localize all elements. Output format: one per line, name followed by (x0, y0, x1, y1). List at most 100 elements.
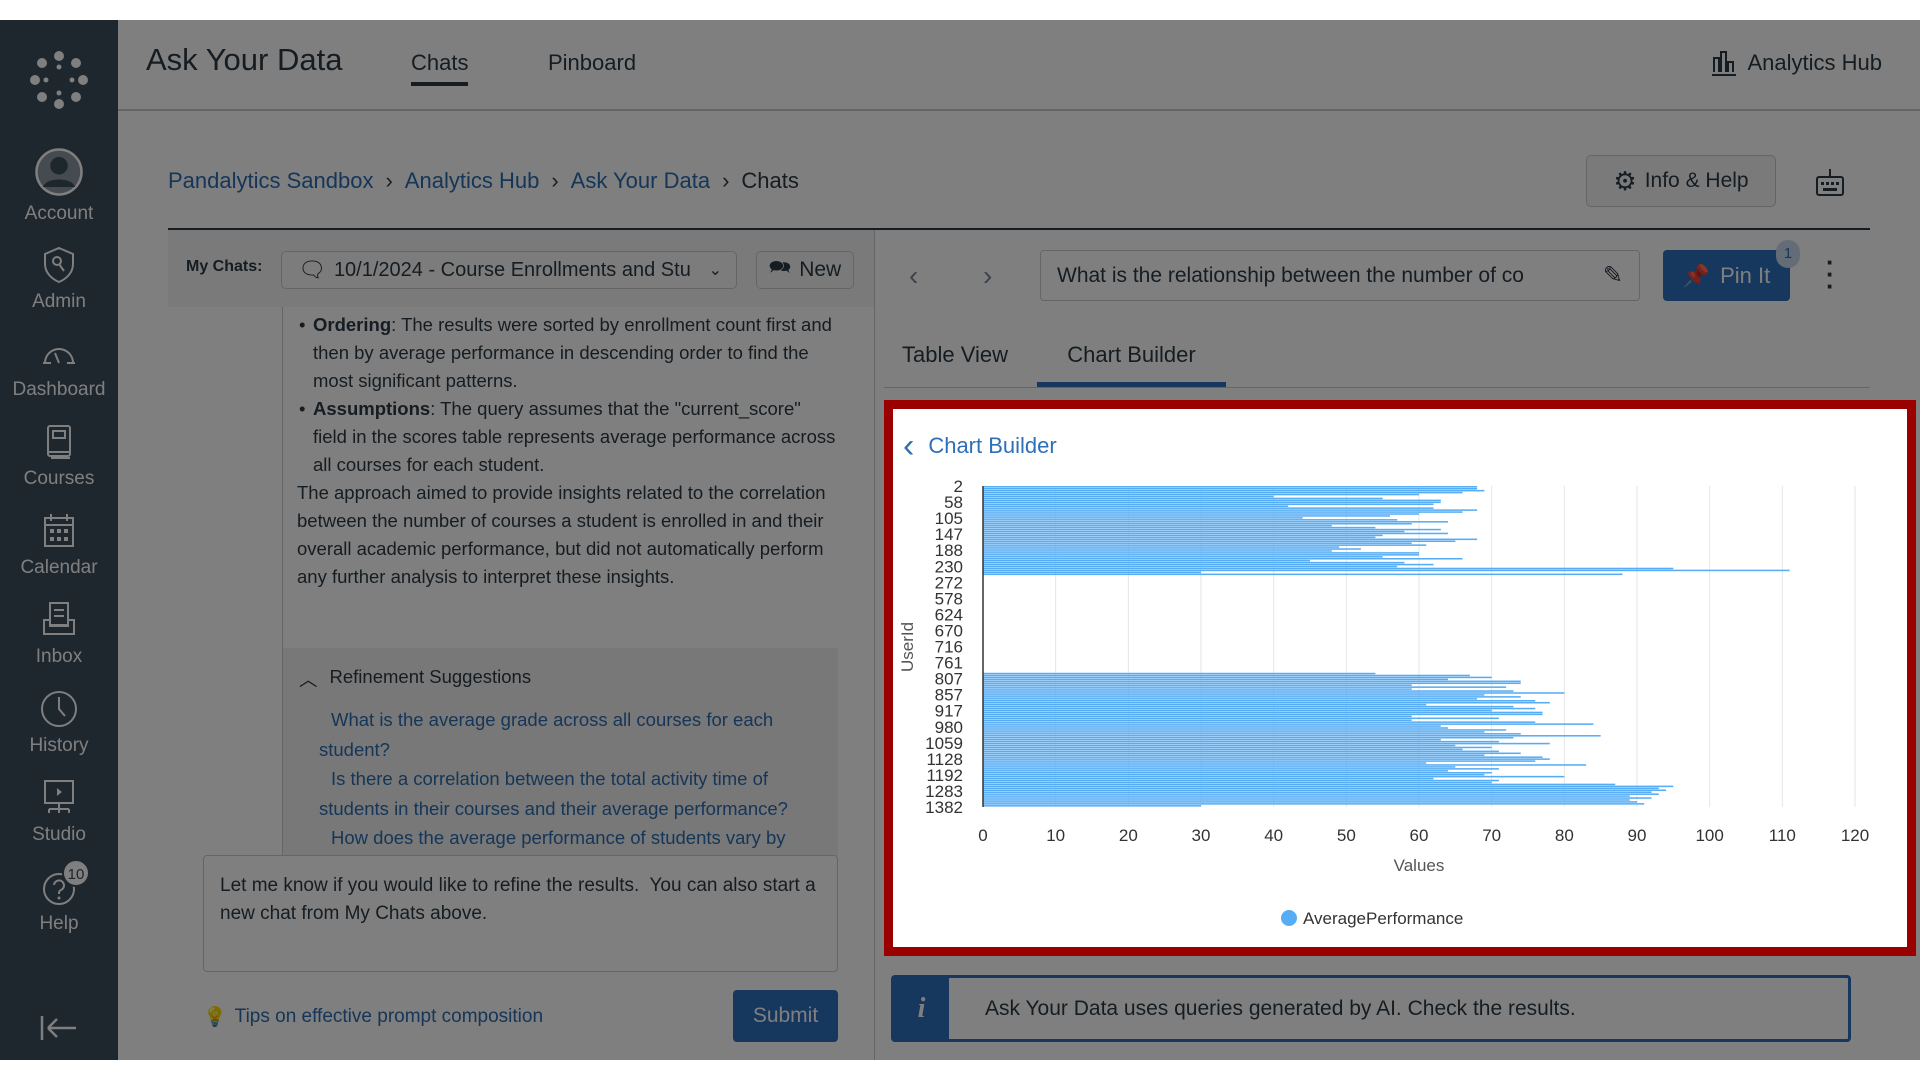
chat-select[interactable]: 🗨 10/1/2024 - Course Enrollments and Stu… (281, 251, 737, 289)
bar (983, 499, 1441, 502)
collapse-nav-icon[interactable] (40, 1015, 78, 1041)
bar (983, 491, 1463, 494)
legend-label: AveragePerformance (1303, 909, 1463, 928)
bar (983, 534, 1383, 537)
inbox-icon (43, 602, 75, 635)
tab-chats[interactable]: Chats (411, 50, 469, 86)
bar (983, 791, 1652, 793)
pencil-icon[interactable]: ✎ (1603, 261, 1623, 290)
history-icon (41, 691, 77, 727)
sidebar-item-inbox[interactable]: Inbox (0, 600, 118, 689)
new-chat-label: New (799, 258, 842, 281)
question-text: What is the relationship between the num… (1057, 263, 1524, 287)
y-axis-title: UserId (898, 622, 917, 672)
bar (983, 552, 1419, 554)
bar (983, 672, 1376, 675)
bar (983, 746, 1492, 749)
sidebar-item-courses[interactable]: Courses (0, 422, 118, 511)
bullet-assumptions: • Assumptions: The query assumes that the… (299, 398, 836, 475)
app: Account Admin Dashboard Courses Calendar Inbo… (0, 20, 1920, 1060)
sidebar-item-account[interactable]: Account (0, 147, 118, 236)
bar (983, 766, 1456, 768)
previous-question-button[interactable]: ‹ (909, 260, 918, 292)
breadcrumb-analytics-hub[interactable]: Analytics Hub (405, 168, 540, 193)
bar (983, 727, 1449, 729)
bar (983, 694, 1485, 696)
sidebar-item-admin[interactable]: Admin (0, 245, 118, 334)
tips-link[interactable]: 💡 Tips on effective prompt composition (203, 1005, 543, 1029)
sidebar-item-label: Admin (32, 291, 86, 312)
sidebar-item-label: Courses (23, 468, 95, 489)
tab-table-view[interactable]: Table View (902, 342, 1008, 368)
bar (983, 740, 1499, 743)
sidebar-item-help[interactable]: Help 10 (0, 859, 118, 956)
question-field[interactable]: What is the relationship between the num… (1040, 250, 1640, 301)
sidebar-item-label: History (29, 735, 89, 756)
refinement-toggle[interactable]: ︿ Refinement Suggestions (299, 666, 531, 692)
ai-info-banner: i Ask Your Data uses queries generated b… (891, 975, 1851, 1042)
x-tick-label: 0 (978, 826, 987, 845)
x-tick-label: 80 (1555, 826, 1574, 845)
suggestion-link[interactable]: How does the average performance of stud… (319, 823, 834, 853)
bar (983, 680, 1521, 683)
bar (983, 542, 1412, 544)
breadcrumb-separator-icon: › (551, 168, 559, 193)
bar (983, 674, 1470, 677)
bar (983, 536, 1376, 539)
bar (983, 569, 1790, 572)
bar (983, 554, 1419, 556)
sidebar-item-studio[interactable]: Studio (0, 778, 118, 867)
bar (983, 530, 1405, 533)
bar (983, 799, 1630, 801)
tab-chart-builder[interactable]: Chart Builder (1037, 342, 1226, 387)
bar (983, 495, 1274, 498)
pin-it-button[interactable]: 📌 Pin It (1663, 250, 1790, 301)
sidebar-item-calendar[interactable]: Calendar (0, 511, 118, 600)
bar (983, 773, 1485, 776)
bar (983, 513, 1419, 515)
calendar-icon (44, 514, 74, 547)
bar (983, 511, 1463, 513)
bar (983, 546, 1340, 548)
analytics-hub-link[interactable]: Analytics Hub (1711, 50, 1882, 76)
bar-chart: 0 10 20 30 40 50 60 70 80 90 100 110 120258105147188… (898, 477, 1869, 928)
tab-pinboard[interactable]: Pinboard (548, 50, 636, 76)
bar (983, 779, 1499, 782)
sidebar-item-label: Account (24, 203, 94, 224)
bar (983, 795, 1630, 797)
bar (983, 505, 1289, 507)
bar (983, 563, 1434, 566)
submit-button[interactable]: Submit (733, 990, 838, 1042)
pin-count-badge: 1 (1776, 240, 1800, 268)
more-options-icon[interactable]: · · · (1826, 249, 1835, 299)
bar (983, 721, 1536, 723)
bar (983, 713, 1543, 716)
info-help-button[interactable]: ⚙ Info & Help (1586, 155, 1776, 207)
bar (983, 486, 1478, 488)
breadcrumb-ask-your-data[interactable]: Ask Your Data (571, 168, 710, 193)
bar (983, 785, 1674, 788)
bar-chart-icon (1712, 51, 1737, 76)
tips-label: Tips on effective prompt composition (234, 1006, 544, 1027)
suggestion-link[interactable]: Is there a correlation between the total… (319, 764, 834, 823)
sidebar-item-history[interactable]: History (0, 689, 118, 778)
bar (983, 532, 1449, 535)
new-chat-button[interactable]: 🗪 New (756, 251, 854, 289)
bar (983, 805, 1201, 807)
sidebar-item-dashboard[interactable]: Dashboard (0, 333, 118, 422)
suggestion-link[interactable]: What is the average grade across all cou… (319, 705, 834, 764)
bar (983, 521, 1449, 523)
breadcrumb: Pandalytics Sandbox › Analytics Hub › Ask Yo… (168, 168, 799, 194)
bar (983, 733, 1521, 735)
bar (983, 719, 1412, 721)
prompt-input[interactable]: Let me know if you would like to refine … (203, 855, 838, 972)
bar (983, 770, 1449, 772)
next-question-button[interactable]: › (983, 260, 992, 292)
chat-response: • Ordering: The results were sorted by en… (282, 307, 838, 856)
canvas-logo-icon[interactable] (29, 50, 89, 110)
pin-it-label: Pin It (1720, 262, 1771, 288)
breadcrumb-pandalytics-sandbox[interactable]: Pandalytics Sandbox (168, 168, 373, 193)
bar (983, 725, 1441, 727)
keyboard-shortcuts-icon[interactable] (1815, 167, 1845, 199)
bar (983, 565, 1398, 568)
